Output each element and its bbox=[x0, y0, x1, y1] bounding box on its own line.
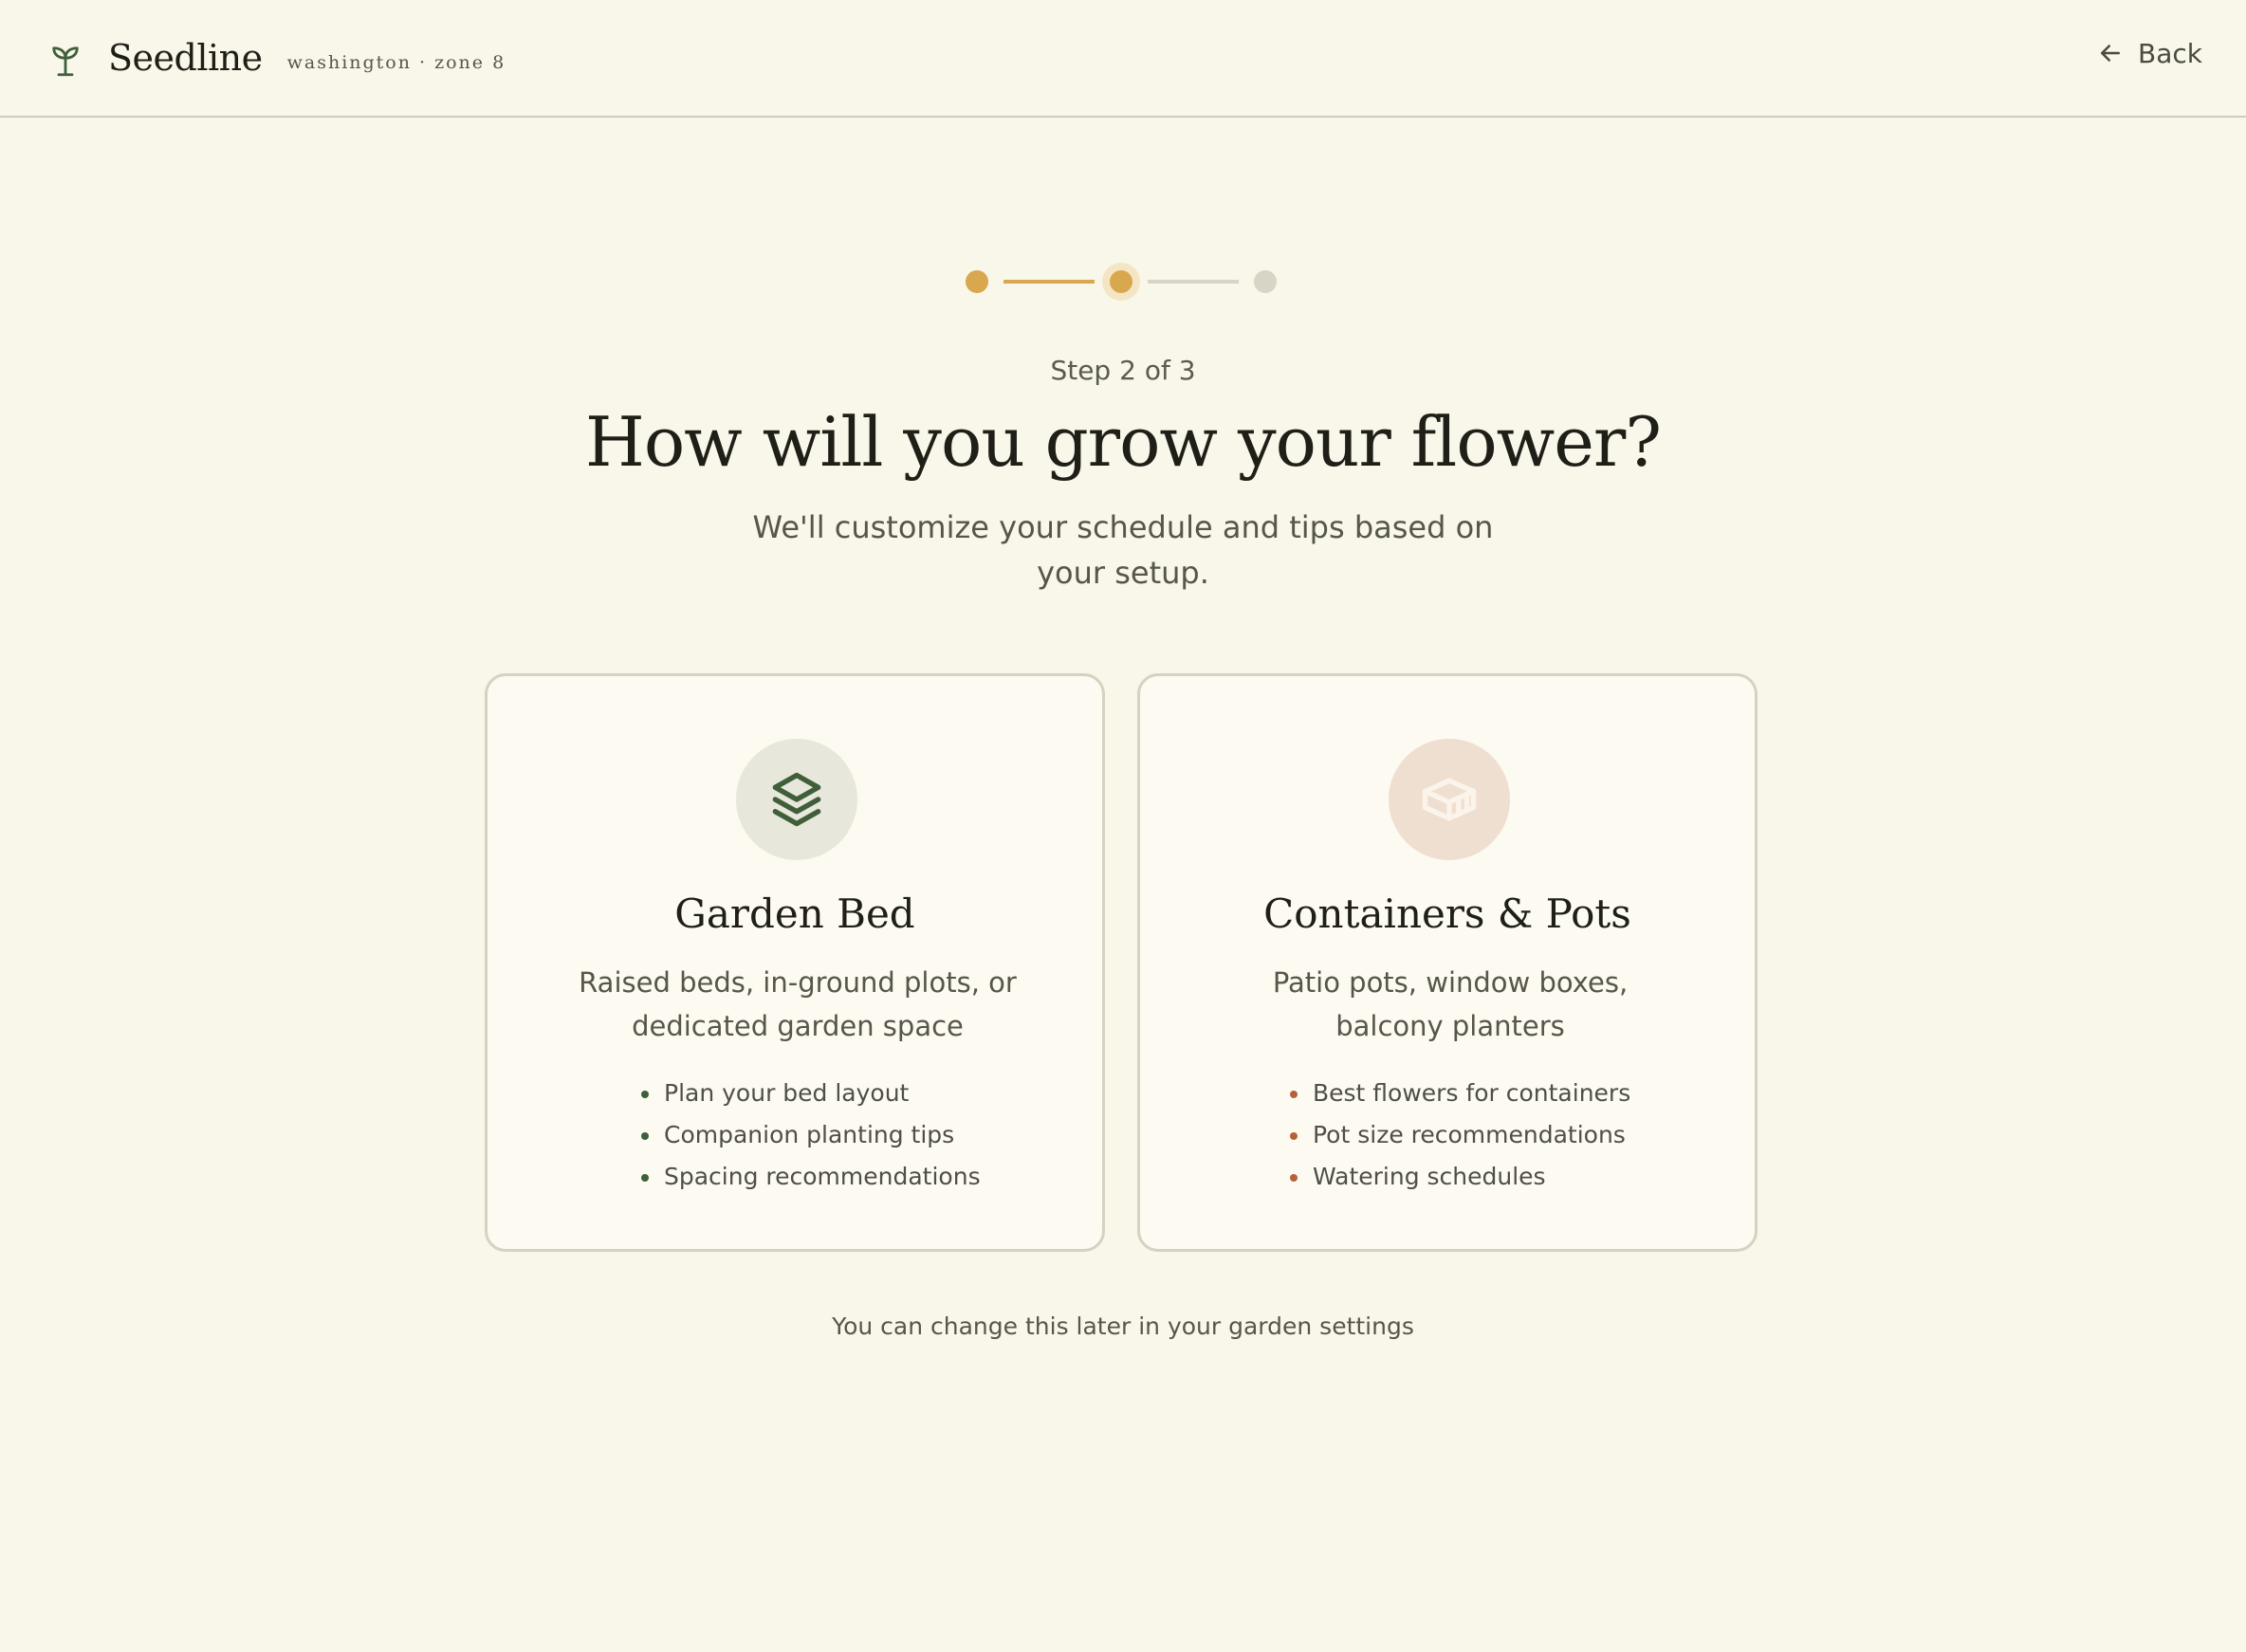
list-item: Watering schedules bbox=[1290, 1156, 1630, 1198]
progress-stepper bbox=[958, 263, 1280, 301]
option-icon-circle bbox=[736, 739, 857, 860]
layers-icon bbox=[772, 772, 821, 827]
feature-text: Spacing recommendations bbox=[664, 1163, 981, 1190]
bullet bbox=[1290, 1091, 1298, 1098]
location-zone: washington · zone 8 bbox=[286, 52, 506, 73]
step-3-dot bbox=[1254, 270, 1277, 293]
option-title: Garden Bed bbox=[674, 890, 915, 937]
list-item: Plan your bed layout bbox=[641, 1073, 981, 1114]
bullet bbox=[1290, 1132, 1298, 1140]
list-item: Spacing recommendations bbox=[641, 1156, 981, 1198]
option-feature-list: Best flowers for containers Pot size rec… bbox=[1290, 1073, 1630, 1198]
feature-text: Plan your bed layout bbox=[664, 1079, 910, 1107]
option-feature-list: Plan your bed layout Companion planting … bbox=[641, 1073, 981, 1198]
top-bar: Seedline washington · zone 8 Back bbox=[0, 0, 2246, 118]
back-label: Back bbox=[2138, 37, 2202, 69]
bullet bbox=[641, 1132, 649, 1140]
arrow-left-icon bbox=[2101, 45, 2121, 62]
sprout-icon bbox=[52, 46, 79, 77]
settings-note: You can change this later in your garden… bbox=[832, 1312, 1414, 1340]
back-button[interactable]: Back bbox=[2096, 32, 2202, 74]
bullet bbox=[641, 1174, 649, 1182]
container-icon bbox=[1422, 778, 1477, 821]
feature-text: Watering schedules bbox=[1313, 1163, 1546, 1190]
list-item: Companion planting tips bbox=[641, 1114, 981, 1156]
step-connector-2 bbox=[1148, 280, 1239, 284]
step-2-dot bbox=[1110, 270, 1132, 293]
option-containers-pots[interactable]: Containers & Pots Patio pots, window box… bbox=[1137, 673, 1758, 1252]
brand-name: Seedline bbox=[108, 37, 263, 79]
step-connector-1 bbox=[1003, 280, 1095, 284]
feature-text: Best flowers for containers bbox=[1313, 1079, 1631, 1107]
feature-text: Pot size recommendations bbox=[1313, 1121, 1626, 1148]
option-description: Patio pots, window boxes, balcony plante… bbox=[1272, 966, 1629, 1042]
bullet bbox=[641, 1091, 649, 1098]
list-item: Pot size recommendations bbox=[1290, 1114, 1630, 1156]
option-icon-circle bbox=[1389, 739, 1510, 860]
feature-text: Companion planting tips bbox=[664, 1121, 955, 1148]
list-item: Best flowers for containers bbox=[1290, 1073, 1630, 1114]
page-title: How will you grow your flower? bbox=[585, 402, 1662, 482]
step-1-dot bbox=[966, 270, 988, 293]
option-title: Containers & Pots bbox=[1263, 890, 1631, 937]
brand[interactable]: Seedline washington · zone 8 bbox=[46, 36, 506, 80]
option-garden-bed[interactable]: Garden Bed Raised beds, in-ground plots,… bbox=[485, 673, 1105, 1252]
page-subtitle: We'll customize your schedule and tips b… bbox=[752, 509, 1494, 591]
step-label: Step 2 of 3 bbox=[1050, 355, 1196, 386]
bullet bbox=[1290, 1174, 1298, 1182]
option-description: Raised beds, in-ground plots, or dedicat… bbox=[579, 966, 1017, 1042]
